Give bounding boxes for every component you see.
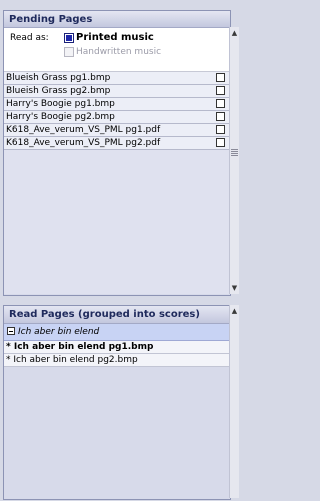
pending-pages-panel: Pending Pages Read as: Printed music Han…: [3, 10, 231, 296]
read-as-label: Read as:: [10, 33, 49, 43]
read-page-row[interactable]: * Ich aber bin elend pg2.bmp: [4, 354, 230, 367]
handwritten-music-radio: [64, 47, 74, 57]
pending-file-name: Blueish Grass pg2.bmp: [6, 86, 111, 96]
handwritten-music-label: Handwritten music: [76, 47, 162, 57]
pending-file-checkbox[interactable]: [216, 138, 225, 147]
read-scrollbar[interactable]: ▲: [229, 305, 239, 498]
pending-file-row[interactable]: K618_Ave_verum_VS_PML pg2.pdf: [4, 137, 230, 150]
pending-file-row[interactable]: Blueish Grass pg1.bmp: [4, 72, 230, 85]
printed-music-label[interactable]: Printed music: [76, 32, 154, 43]
pending-file-row[interactable]: K618_Ave_verum_VS_PML pg1.pdf: [4, 124, 230, 137]
score-group-label: Ich aber bin elend: [18, 327, 100, 337]
pending-scrollbar[interactable]: ▲ ▼: [229, 27, 239, 294]
read-page-row[interactable]: * Ich aber bin elend pg1.bmp: [4, 341, 230, 354]
pending-file-name: Blueish Grass pg1.bmp: [6, 73, 111, 83]
pending-file-row[interactable]: Harry's Boogie pg2.bmp: [4, 111, 230, 124]
scrollbar-grip-icon[interactable]: [231, 149, 238, 156]
pending-file-name: K618_Ave_verum_VS_PML pg1.pdf: [6, 125, 161, 135]
pending-file-checkbox[interactable]: [216, 86, 225, 95]
pending-file-checkbox[interactable]: [216, 73, 225, 82]
up-arrow-icon[interactable]: ▲: [230, 28, 239, 38]
read-page-label: * Ich aber bin elend pg1.bmp: [6, 342, 154, 352]
pending-files-list: Blueish Grass pg1.bmp Blueish Grass pg2.…: [4, 72, 230, 294]
pending-pages-header: Pending Pages: [4, 11, 230, 28]
pending-file-row[interactable]: Blueish Grass pg2.bmp: [4, 85, 230, 98]
pending-file-name: Harry's Boogie pg2.bmp: [6, 112, 115, 122]
read-pages-header: Read Pages (grouped into scores): [4, 306, 230, 324]
pending-file-checkbox[interactable]: [216, 125, 225, 134]
pending-file-checkbox[interactable]: [216, 99, 225, 108]
read-page-label: * Ich aber bin elend pg2.bmp: [6, 355, 138, 365]
pending-file-name: K618_Ave_verum_VS_PML pg2.pdf: [6, 138, 161, 148]
minus-box-icon[interactable]: [7, 327, 15, 335]
pending-file-row[interactable]: Harry's Boogie pg1.bmp: [4, 98, 230, 111]
printed-music-radio[interactable]: [64, 33, 74, 43]
down-arrow-icon[interactable]: ▼: [230, 283, 239, 293]
read-pages-panel: Read Pages (grouped into scores) Ich abe…: [3, 305, 231, 500]
up-arrow-icon[interactable]: ▲: [230, 306, 239, 316]
pending-file-name: Harry's Boogie pg1.bmp: [6, 99, 115, 109]
pending-file-checkbox[interactable]: [216, 112, 225, 121]
read-as-group: Read as: Printed music Handwritten music: [4, 28, 230, 72]
pending-pages-title: Pending Pages: [9, 14, 93, 25]
score-group-row[interactable]: Ich aber bin elend: [4, 324, 230, 341]
read-pages-title: Read Pages (grouped into scores): [9, 309, 200, 320]
